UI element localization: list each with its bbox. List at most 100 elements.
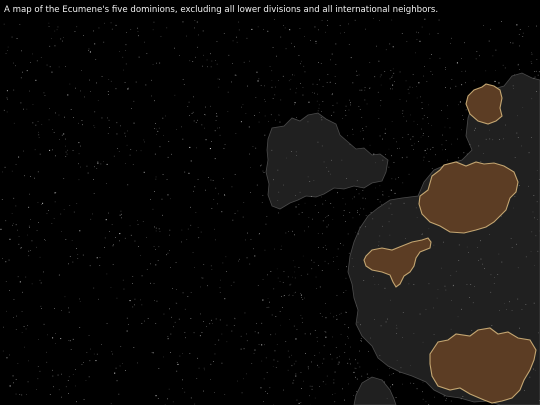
star (296, 87, 297, 89)
star (169, 308, 170, 310)
star (130, 149, 132, 150)
star (161, 198, 163, 200)
star (446, 398, 447, 399)
star (210, 66, 212, 68)
star (218, 339, 220, 341)
star (214, 130, 216, 132)
star (345, 221, 346, 222)
star (5, 53, 7, 54)
star (68, 340, 69, 341)
star (288, 231, 289, 232)
star (255, 147, 257, 149)
star (196, 147, 197, 149)
star (262, 170, 264, 172)
star (119, 214, 120, 216)
star (267, 274, 268, 276)
star (282, 75, 284, 77)
star (78, 153, 80, 155)
star (86, 165, 88, 167)
star (202, 30, 204, 32)
star (58, 389, 60, 391)
star (387, 318, 388, 320)
star (331, 115, 332, 116)
star (35, 124, 37, 126)
star (317, 141, 319, 143)
star (94, 127, 96, 128)
star (384, 132, 386, 134)
star (332, 105, 334, 106)
star (417, 124, 418, 125)
star (439, 57, 441, 59)
star (40, 282, 42, 284)
star (13, 382, 14, 384)
star (15, 379, 17, 380)
star (217, 127, 218, 129)
star (408, 283, 410, 285)
star (130, 29, 132, 30)
star (292, 382, 294, 384)
star (115, 367, 117, 369)
star (348, 252, 350, 254)
star (182, 21, 184, 23)
star (323, 161, 325, 163)
star (388, 207, 390, 209)
star (88, 376, 90, 378)
star (337, 192, 338, 194)
star (40, 57, 42, 58)
star (44, 239, 45, 240)
star (32, 122, 34, 124)
star (304, 297, 305, 299)
star (450, 87, 451, 89)
star (234, 213, 236, 214)
star (422, 233, 423, 235)
star (172, 288, 173, 289)
star (111, 224, 113, 225)
star (116, 297, 118, 299)
star (51, 223, 53, 224)
star (325, 200, 326, 201)
star (300, 275, 302, 276)
star (516, 132, 518, 134)
star (26, 108, 28, 110)
star (83, 362, 84, 363)
star (197, 227, 199, 228)
star (21, 332, 23, 333)
star (283, 389, 284, 391)
star (253, 248, 254, 250)
star (262, 195, 264, 196)
star (295, 338, 297, 340)
star (335, 64, 337, 65)
star (241, 106, 242, 108)
star (335, 347, 337, 348)
star (378, 241, 380, 243)
star (223, 148, 225, 149)
star (402, 383, 403, 385)
star (302, 322, 303, 323)
star (170, 352, 171, 353)
star (377, 199, 379, 200)
star (291, 354, 292, 356)
star (217, 78, 219, 80)
star (393, 138, 395, 139)
star (209, 323, 211, 325)
star (321, 196, 322, 198)
star (391, 19, 393, 21)
star (428, 136, 429, 137)
star (309, 395, 310, 397)
star (92, 213, 93, 215)
star (430, 71, 432, 72)
star (405, 238, 406, 239)
star (267, 393, 268, 394)
star (307, 273, 309, 275)
star (485, 138, 487, 140)
star (425, 401, 427, 403)
star (158, 368, 160, 369)
star (459, 101, 461, 103)
star (447, 159, 448, 161)
star (321, 111, 322, 112)
star (416, 39, 418, 40)
star (257, 26, 259, 28)
star (23, 150, 24, 152)
star (336, 357, 338, 359)
star (259, 112, 260, 113)
